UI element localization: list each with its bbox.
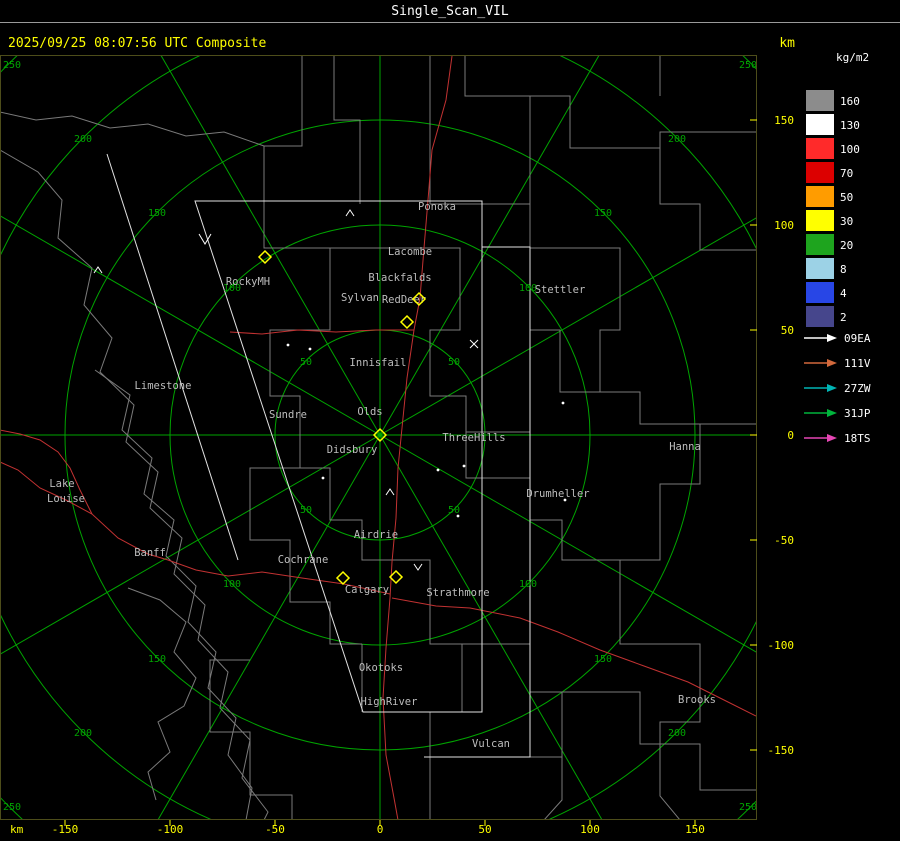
city-label: Vulcan bbox=[472, 738, 510, 750]
city-label: Okotoks bbox=[359, 662, 403, 674]
right-axis-label: 0 bbox=[787, 429, 794, 442]
city-label: Louise bbox=[47, 493, 85, 505]
city-label: HighRiver bbox=[361, 696, 418, 708]
legend-color-swatch bbox=[806, 114, 834, 135]
city-label: Blackfalds bbox=[368, 272, 431, 284]
ring-label: 100 bbox=[519, 579, 537, 590]
legend-value: 30 bbox=[840, 215, 853, 228]
ring-label: 200 bbox=[74, 134, 92, 145]
ring-label: 250 bbox=[3, 60, 21, 71]
legend-color-swatch bbox=[806, 90, 834, 111]
city-label: Cochrane bbox=[278, 554, 329, 566]
legend-value: 20 bbox=[840, 239, 853, 252]
ring-label: 250 bbox=[3, 802, 21, 813]
city-label: Lacombe bbox=[388, 246, 432, 258]
city-label: Brooks bbox=[678, 694, 716, 706]
legend-color-swatch bbox=[806, 162, 834, 183]
legend-color-swatch bbox=[806, 282, 834, 303]
ring-label: 150 bbox=[594, 208, 612, 219]
city-label: Calgary bbox=[345, 584, 389, 596]
ring-label: 200 bbox=[668, 728, 686, 739]
right-axis-label: -50 bbox=[774, 534, 794, 547]
legend-color-swatch bbox=[806, 138, 834, 159]
ring-label: 50 bbox=[448, 505, 460, 516]
city-label: Strathmore bbox=[426, 587, 489, 599]
right-axis-label: -150 bbox=[768, 744, 795, 757]
ring-label: 150 bbox=[594, 654, 612, 665]
radar-app-window: Single_Scan_VIL 2025/09/25 08:07:56 UTC … bbox=[0, 0, 900, 841]
bottom-axis-unit-label: km bbox=[10, 823, 24, 836]
legend-color-swatch bbox=[806, 306, 834, 327]
right-axis-label: 150 bbox=[774, 114, 794, 127]
ring-label: 50 bbox=[300, 357, 312, 368]
city-label: Airdrie bbox=[354, 529, 398, 541]
ring-label: 250 bbox=[739, 802, 757, 813]
right-axis-label: 50 bbox=[781, 324, 794, 337]
ring-label: 50 bbox=[300, 505, 312, 516]
legend-color-swatch bbox=[806, 210, 834, 231]
legend-value: 130 bbox=[840, 119, 860, 132]
city-label: Olds bbox=[357, 406, 382, 418]
legend-value: 70 bbox=[840, 167, 853, 180]
city-label: Lake bbox=[49, 478, 74, 490]
legend-value: 2 bbox=[840, 311, 847, 324]
city-label: Sylvan bbox=[341, 292, 379, 304]
legend-value: 8 bbox=[840, 263, 847, 276]
ring-label: 150 bbox=[148, 208, 166, 219]
timestamp-label: 2025/09/25 08:07:56 UTC Composite bbox=[8, 36, 266, 51]
ring-label: 150 bbox=[148, 654, 166, 665]
city-label: Didsbury bbox=[327, 444, 378, 456]
city-label: Stettler bbox=[535, 284, 586, 296]
track-id: 18TS bbox=[844, 432, 871, 445]
right-axis-label: 100 bbox=[774, 219, 794, 232]
legend-color-swatch bbox=[806, 258, 834, 279]
right-axis-unit-label: km bbox=[779, 36, 795, 51]
radar-display: Single_Scan_VIL 2025/09/25 08:07:56 UTC … bbox=[0, 0, 900, 841]
ring-label: 200 bbox=[668, 134, 686, 145]
track-id: 09EA bbox=[844, 332, 871, 345]
track-id: 31JP bbox=[844, 407, 871, 420]
ring-label: 100 bbox=[223, 579, 241, 590]
legend-value: 4 bbox=[840, 287, 847, 300]
window-title: Single_Scan_VIL bbox=[391, 4, 509, 19]
background bbox=[0, 0, 900, 841]
legend-value: 50 bbox=[840, 191, 853, 204]
city-label: Sundre bbox=[269, 409, 307, 421]
legend-unit-label: kg/m2 bbox=[836, 51, 869, 64]
ring-label: 200 bbox=[74, 728, 92, 739]
city-label: Banff bbox=[134, 547, 166, 559]
city-label: Limestone bbox=[135, 380, 192, 392]
city-label: Hanna bbox=[669, 441, 701, 453]
city-label: RockyMH bbox=[226, 276, 270, 288]
legend-color-swatch bbox=[806, 234, 834, 255]
city-label: Innisfail bbox=[350, 357, 407, 369]
city-label: Drumheller bbox=[526, 488, 589, 500]
legend-value: 100 bbox=[840, 143, 860, 156]
city-label: Ponoka bbox=[418, 201, 456, 213]
track-id: 111V bbox=[844, 357, 871, 370]
legend-value: 160 bbox=[840, 95, 860, 108]
track-id: 27ZW bbox=[844, 382, 871, 395]
right-axis-label: -100 bbox=[768, 639, 795, 652]
city-label: ThreeHills bbox=[442, 432, 505, 444]
ring-label: 250 bbox=[739, 60, 757, 71]
ring-label: 50 bbox=[448, 357, 460, 368]
legend-color-swatch bbox=[806, 186, 834, 207]
